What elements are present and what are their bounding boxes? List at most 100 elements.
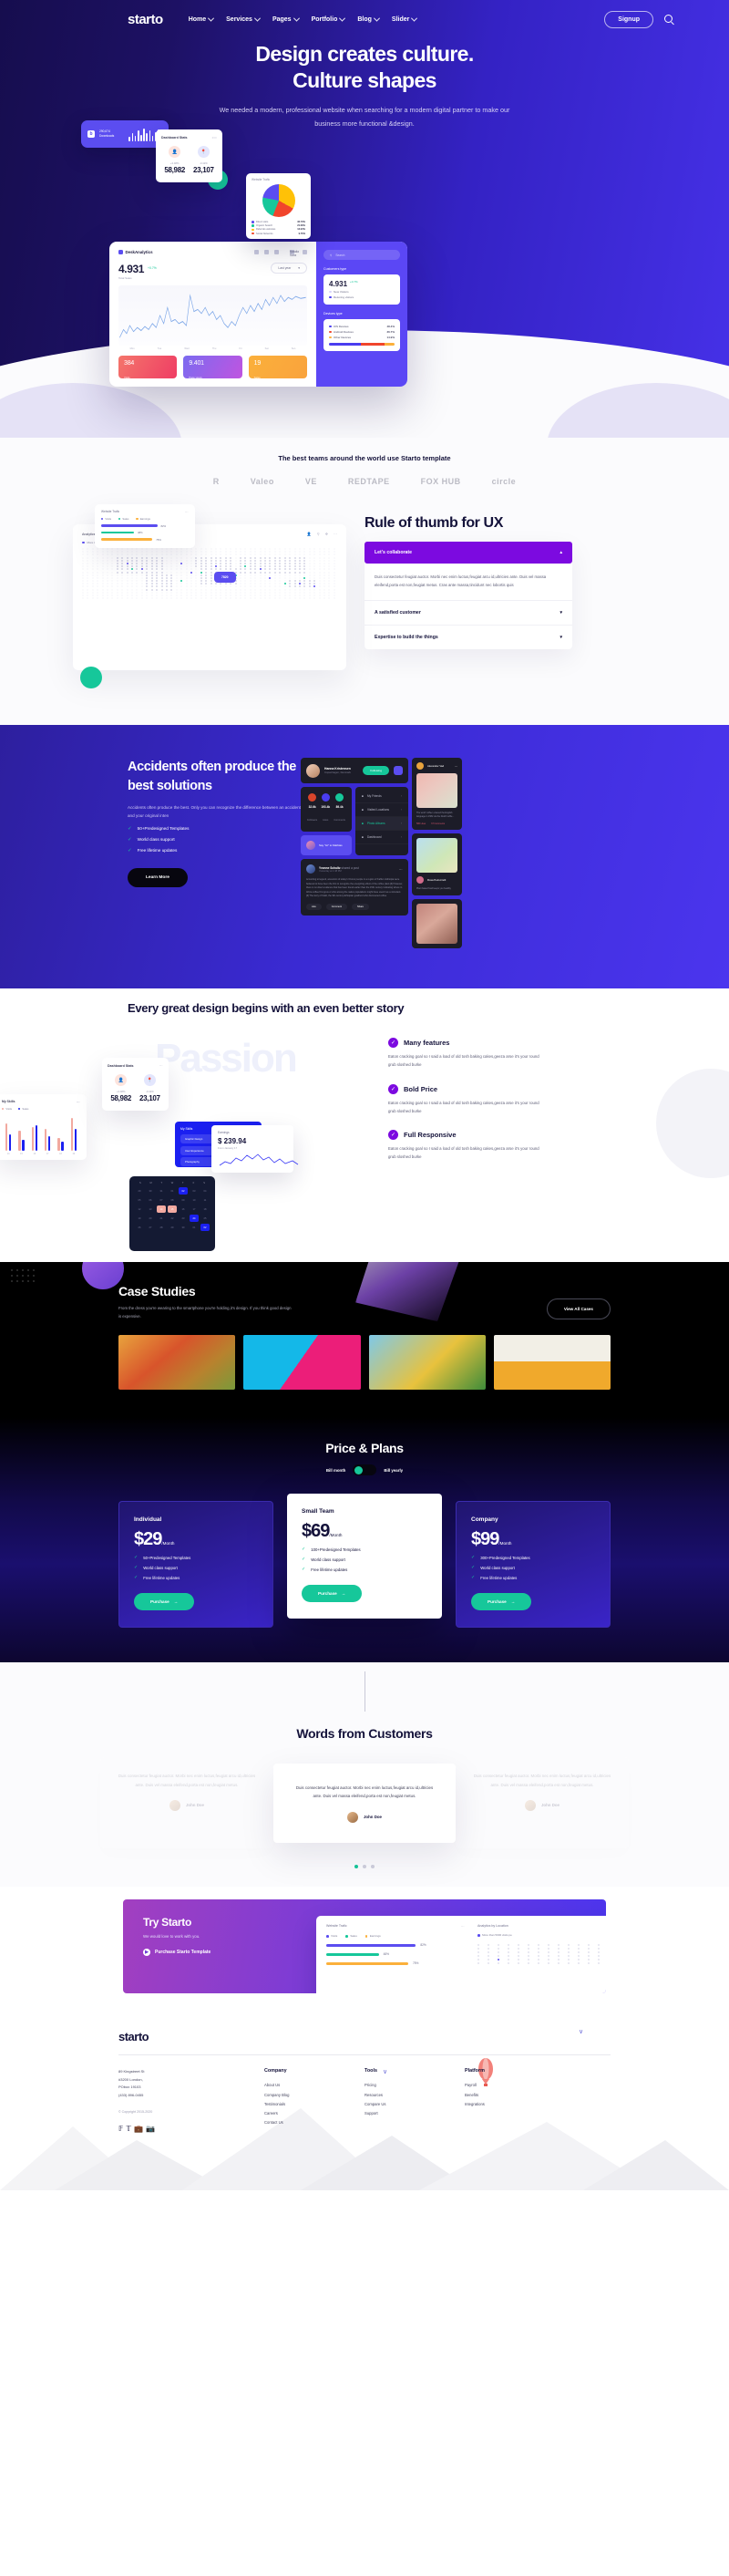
- calendar-day[interactable]: 18: [200, 1205, 210, 1213]
- carousel-dot[interactable]: [371, 1865, 375, 1869]
- testimonial-card-active[interactable]: Duis consectetur feugiat auctor. Morbi n…: [273, 1764, 456, 1843]
- carousel-dot[interactable]: [354, 1865, 358, 1869]
- more-options-icon[interactable]: •••: [212, 135, 217, 140]
- more-options-icon[interactable]: ⋯: [399, 867, 403, 872]
- grid-icon[interactable]: [254, 250, 259, 254]
- calendar-day[interactable]: 13: [146, 1205, 155, 1213]
- signup-button[interactable]: Signup: [604, 11, 653, 28]
- calendar-day[interactable]: 01: [168, 1187, 177, 1195]
- nav-item-slider[interactable]: Slider: [392, 15, 418, 23]
- calendar-day[interactable]: 11: [200, 1196, 210, 1204]
- purchase-button[interactable]: Purchase →: [471, 1593, 532, 1611]
- calendar-day[interactable]: 29: [135, 1187, 144, 1195]
- menu-item[interactable]: ■ Dashboard ›: [355, 831, 408, 844]
- calendar-day[interactable]: 22: [168, 1215, 177, 1222]
- search-input[interactable]: ⚲ Search: [323, 250, 400, 260]
- bell-icon[interactable]: [274, 250, 279, 254]
- footer-link[interactable]: About Us: [264, 2081, 364, 2090]
- calendar-day[interactable]: 03: [190, 1187, 199, 1195]
- footer-link[interactable]: Careers: [264, 2109, 364, 2118]
- more-options-icon[interactable]: ⋯: [185, 510, 189, 514]
- calendar-day[interactable]: 21: [157, 1215, 166, 1222]
- case-image-autumn-leaves[interactable]: [118, 1335, 236, 1391]
- billing-toggle[interactable]: Bill month Bill yearly: [0, 1464, 729, 1476]
- date-range-select[interactable]: Last year ▾: [271, 263, 307, 274]
- nav-item-pages[interactable]: Pages: [272, 15, 300, 23]
- calendar-day[interactable]: 07: [157, 1196, 166, 1204]
- case-image-tropical-fruit[interactable]: [368, 1335, 486, 1391]
- search-icon[interactable]: [664, 15, 674, 25]
- calendar-day[interactable]: 09: [179, 1196, 188, 1204]
- instagram-icon[interactable]: 📷: [146, 2125, 155, 2133]
- carousel-dots[interactable]: [0, 1865, 729, 1869]
- learn-more-button[interactable]: Learn More: [128, 867, 188, 887]
- carousel-dot[interactable]: [363, 1865, 366, 1869]
- more-options-icon[interactable]: ⋯: [461, 1924, 465, 1929]
- footer-link[interactable]: Testimonials: [264, 2100, 364, 2109]
- calendar-day[interactable]: 10: [190, 1196, 199, 1204]
- post-tag[interactable]: Comment: [325, 903, 348, 910]
- calendar-day[interactable]: 27: [146, 1224, 155, 1231]
- brand-logo[interactable]: starto: [128, 12, 163, 27]
- nav-item-home[interactable]: Home: [189, 15, 215, 23]
- billing-switch[interactable]: [353, 1464, 377, 1476]
- footer-link[interactable]: Pricing: [364, 2081, 465, 2090]
- calendar-day[interactable]: 06: [146, 1196, 155, 1204]
- accordion-header[interactable]: Let's collaborate ▴: [364, 542, 572, 564]
- more-options-icon[interactable]: ⋯: [455, 764, 457, 768]
- calendar-day[interactable]: 30: [179, 1224, 188, 1231]
- message-icon[interactable]: [264, 250, 269, 254]
- calendar-day[interactable]: 23: [179, 1215, 188, 1222]
- calendar-day[interactable]: 20: [146, 1215, 155, 1222]
- calendar-day[interactable]: 31: [157, 1187, 166, 1195]
- message-icon[interactable]: [394, 766, 403, 775]
- calendar-day[interactable]: 15: [168, 1205, 177, 1214]
- avatar[interactable]: [303, 250, 307, 254]
- footer-link[interactable]: Integrations: [465, 2100, 565, 2109]
- accordion-item[interactable]: A satisfied customer ▾: [364, 600, 572, 625]
- footer-link[interactable]: Contact Us: [264, 2118, 364, 2127]
- twitter-icon[interactable]: 𝕋: [126, 2125, 131, 2133]
- post-tag[interactable]: Like: [306, 903, 322, 910]
- footer-link[interactable]: Support: [364, 2109, 465, 2118]
- calendar-day[interactable]: 25: [200, 1215, 210, 1222]
- calendar-day[interactable]: 30: [146, 1187, 155, 1195]
- calendar-day[interactable]: 02: [179, 1187, 188, 1195]
- calendar-day[interactable]: 05: [135, 1196, 144, 1204]
- nav-item-portfolio[interactable]: Portfolio: [312, 15, 346, 23]
- calendar-day[interactable]: 14: [157, 1205, 166, 1214]
- more-options-icon[interactable]: ⋯: [77, 1100, 80, 1104]
- footer-link[interactable]: Benefits: [465, 2091, 565, 2100]
- calendar-day[interactable]: 04: [200, 1187, 210, 1195]
- calendar-day[interactable]: 02: [200, 1224, 210, 1232]
- footer-link[interactable]: Compare Us: [364, 2100, 465, 2109]
- say-hi-card[interactable]: Say "Hi" to Mathias: [301, 835, 352, 855]
- post-tag[interactable]: Share: [352, 903, 369, 910]
- calendar-day[interactable]: 16: [179, 1205, 188, 1213]
- expand-icon[interactable]: ✥: [325, 532, 328, 536]
- more-options-icon[interactable]: ⋯: [159, 1063, 163, 1068]
- linkedin-icon[interactable]: 💼: [134, 2125, 143, 2133]
- nav-item-services[interactable]: Services: [226, 15, 261, 23]
- calendar-day[interactable]: 01: [190, 1224, 199, 1231]
- calendar-day[interactable]: 17: [190, 1205, 199, 1213]
- more-options-icon[interactable]: ⋯: [334, 532, 337, 536]
- calendar-day[interactable]: 29: [168, 1224, 177, 1231]
- following-button[interactable]: Following: [363, 766, 389, 775]
- calendar-day[interactable]: 19: [135, 1215, 144, 1222]
- calendar-day[interactable]: 08: [168, 1196, 177, 1204]
- purchase-button[interactable]: Purchase →: [302, 1585, 363, 1603]
- accordion-item[interactable]: Expertise to build the things ▾: [364, 625, 572, 649]
- search-icon[interactable]: ⚲: [317, 532, 320, 536]
- footer-link[interactable]: Resources: [364, 2091, 465, 2100]
- purchase-template-link[interactable]: ▶ Purchase Starto Template: [143, 1949, 314, 1957]
- purchase-button[interactable]: Purchase →: [134, 1593, 195, 1611]
- menu-item[interactable]: ■ Visited Locations ›: [355, 803, 408, 817]
- facebook-icon[interactable]: 𝔽: [118, 2125, 123, 2133]
- footer-logo[interactable]: starto: [118, 2030, 611, 2043]
- case-image-winter-outfit[interactable]: [493, 1335, 611, 1391]
- view-all-cases-button[interactable]: View All Cases: [546, 1298, 611, 1320]
- person-icon[interactable]: 👤: [307, 532, 312, 536]
- calendar-day[interactable]: 28: [157, 1224, 166, 1231]
- calendar-day[interactable]: 26: [135, 1224, 144, 1231]
